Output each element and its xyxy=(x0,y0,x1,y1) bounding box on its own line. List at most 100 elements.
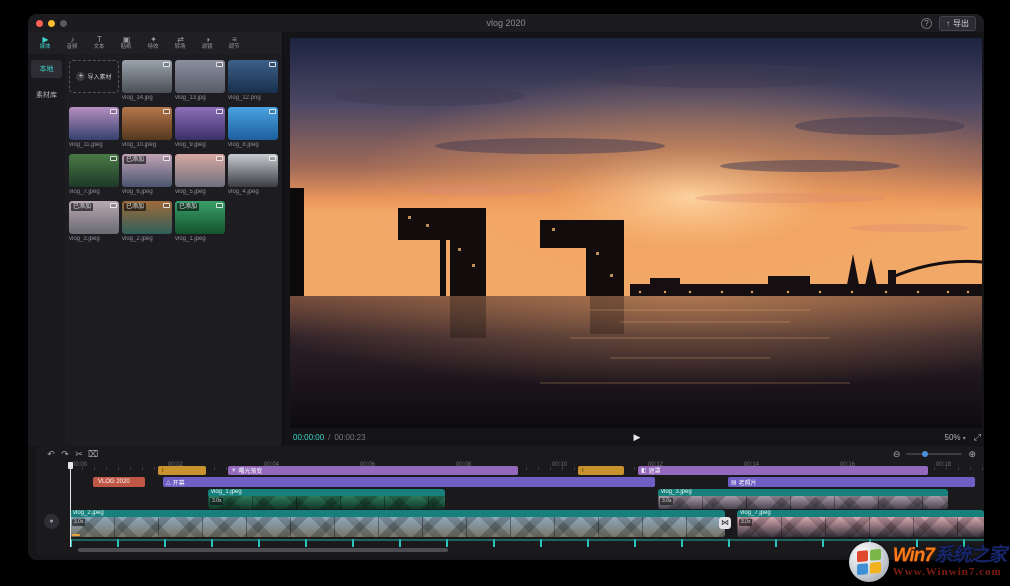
media-thumbnail[interactable] xyxy=(175,107,225,140)
media-thumbnail[interactable] xyxy=(228,107,278,140)
image-type-icon xyxy=(216,109,223,114)
title-bar: vlog 2020 ? ↑ 导出 xyxy=(28,14,984,32)
effect-track-2: VLOG 2020 △ 开幕 ▤ 老照片 xyxy=(70,477,984,487)
segment-icon: ☀ xyxy=(231,467,236,474)
media-item[interactable]: vlog_11.jpeg xyxy=(69,107,119,148)
media-item[interactable]: vlog_5.jpeg xyxy=(175,154,225,195)
media-thumbnail[interactable] xyxy=(122,107,172,140)
chevron-down-icon: ▾ xyxy=(963,436,966,442)
tab-音频[interactable]: ♪ 音频 xyxy=(59,32,86,54)
media-thumbnail[interactable] xyxy=(122,60,172,93)
media-thumbnail[interactable]: 已添加 xyxy=(122,201,172,234)
media-filename: vlog_5.jpeg xyxy=(175,189,225,195)
audio-beats-track[interactable] xyxy=(70,539,984,547)
clip-filmstrip xyxy=(70,517,725,537)
image-type-icon xyxy=(269,62,276,67)
segment-label: 曙光渐变 xyxy=(238,466,262,475)
zoom-out-icon[interactable]: ⊖ xyxy=(893,449,901,460)
media-item[interactable]: 已添加 vlog_1.jpeg xyxy=(175,201,225,242)
media-item[interactable]: 已添加 vlog_3.jpeg xyxy=(69,201,119,242)
delete-icon[interactable]: ⌧ xyxy=(86,447,100,461)
timeline-clip[interactable]: vlog_3.jpeg 3.0s xyxy=(658,489,948,509)
transition-marker[interactable]: ⋈ xyxy=(719,517,731,529)
media-grid: + 导入素材 vlog_14.jpg vlog_13.jpg vlog_12.p… xyxy=(65,54,282,446)
timeline-zoom-slider[interactable] xyxy=(906,453,962,455)
tab-调节[interactable]: ≡ 调节 xyxy=(221,32,248,54)
tab-媒体[interactable]: ▶ 媒体 xyxy=(32,32,59,54)
media-thumbnail[interactable]: 已添加 xyxy=(122,154,172,187)
horizontal-scrollbar[interactable] xyxy=(78,548,448,552)
media-thumbnail[interactable] xyxy=(175,154,225,187)
image-type-icon xyxy=(163,62,170,67)
watermark-url: Www.Winwin7.com xyxy=(893,567,1006,578)
effect-segment[interactable]: ☀ 曙光渐变 xyxy=(228,466,518,475)
media-item[interactable]: vlog_10.jpeg xyxy=(122,107,172,148)
keyframe-marker[interactable] xyxy=(72,534,80,536)
watermark: Win7系统之家 Www.Winwin7.com xyxy=(849,542,1006,582)
play-button[interactable]: ▶ xyxy=(634,432,641,443)
sunset-scene xyxy=(290,38,982,428)
media-item[interactable]: vlog_9.jpeg xyxy=(175,107,225,148)
media-thumbnail[interactable] xyxy=(69,107,119,140)
tab-贴纸[interactable]: ▣ 贴纸 xyxy=(113,32,140,54)
media-item[interactable]: vlog_4.jpeg xyxy=(228,154,278,195)
image-type-icon xyxy=(110,156,117,161)
tab-icon: ♪ xyxy=(71,35,75,44)
added-badge: 已添加 xyxy=(124,203,146,211)
tab-特效[interactable]: ✦ 特效 xyxy=(140,32,167,54)
subnav-本地[interactable]: 本地 xyxy=(31,60,62,78)
media-item[interactable]: vlog_14.jpg xyxy=(122,60,172,101)
library-subnav: 本地素材库 xyxy=(28,54,65,446)
split-icon[interactable]: ✂ xyxy=(72,447,86,461)
media-thumbnail[interactable]: 已添加 xyxy=(175,201,225,234)
media-filename: vlog_8.jpeg xyxy=(228,142,278,148)
help-icon[interactable]: ? xyxy=(921,18,932,29)
zoom-in-icon[interactable]: ⊕ xyxy=(968,449,976,460)
sticker-segment[interactable]: T xyxy=(578,466,624,475)
zoom-level-select[interactable]: 50% ▾ xyxy=(945,433,966,442)
main-track-button[interactable]: ● xyxy=(44,514,59,529)
undo-icon[interactable]: ↶ xyxy=(44,447,58,461)
timeline-clip[interactable]: vlog_1.jpeg 3.0s xyxy=(208,489,445,509)
playhead[interactable] xyxy=(70,462,71,547)
slider-thumb[interactable] xyxy=(922,451,928,457)
media-thumbnail[interactable] xyxy=(69,154,119,187)
media-item[interactable]: vlog_13.jpg xyxy=(175,60,225,101)
segment-icon: ▤ xyxy=(731,479,737,486)
media-filename: vlog_1.jpeg xyxy=(175,236,225,242)
effect2-segment[interactable]: △ 开幕 xyxy=(163,477,655,487)
subnav-素材库[interactable]: 素材库 xyxy=(31,86,62,104)
share-icon: ↑ xyxy=(946,19,950,28)
effect2-segment[interactable]: ▤ 老照片 xyxy=(728,477,975,487)
effect-segment[interactable]: ◧ 遮罩 xyxy=(638,466,928,475)
media-item[interactable]: vlog_7.jpeg xyxy=(69,154,119,195)
timeline-clip[interactable]: vlog_2.jpeg 3.0s xyxy=(70,510,725,537)
media-item[interactable]: vlog_12.png xyxy=(228,60,278,101)
media-item[interactable]: 已添加 vlog_2.jpeg xyxy=(122,201,172,242)
track-gutter: ● xyxy=(36,462,70,548)
app-window: vlog 2020 ? ↑ 导出 ▶ 媒体 ♪ 音频 T 文本 ▣ 贴纸 ✦ 特… xyxy=(28,14,984,560)
export-button[interactable]: ↑ 导出 xyxy=(939,16,976,31)
media-thumbnail[interactable] xyxy=(175,60,225,93)
media-item[interactable]: 已添加 vlog_6.jpeg xyxy=(122,154,172,195)
segment-icon: T xyxy=(581,468,585,474)
tab-滤镜[interactable]: ◑ 滤镜 xyxy=(194,32,221,54)
total-time: 00:00:23 xyxy=(334,433,365,442)
tab-文本[interactable]: T 文本 xyxy=(86,32,113,54)
tab-label: 文本 xyxy=(94,44,105,50)
fullscreen-icon[interactable]: ⤢ xyxy=(974,432,981,443)
media-thumbnail[interactable] xyxy=(228,154,278,187)
clip-name: vlog_7.jpeg xyxy=(740,510,771,517)
sticker-segment[interactable]: T xyxy=(158,466,206,475)
import-label: 导入素材 xyxy=(87,72,111,81)
media-thumbnail[interactable]: 已添加 xyxy=(69,201,119,234)
media-item[interactable]: vlog_8.jpeg xyxy=(228,107,278,148)
redo-icon[interactable]: ↷ xyxy=(58,447,72,461)
import-media-button[interactable]: + 导入素材 xyxy=(69,60,119,93)
text-segment[interactable]: VLOG 2020 xyxy=(93,477,145,487)
media-thumbnail[interactable] xyxy=(228,60,278,93)
timeline-clip[interactable]: vlog_7.jpeg 3.0s xyxy=(737,510,984,537)
tab-label: 特效 xyxy=(148,44,159,50)
image-type-icon xyxy=(269,156,276,161)
tab-转场[interactable]: ⇄ 转场 xyxy=(167,32,194,54)
